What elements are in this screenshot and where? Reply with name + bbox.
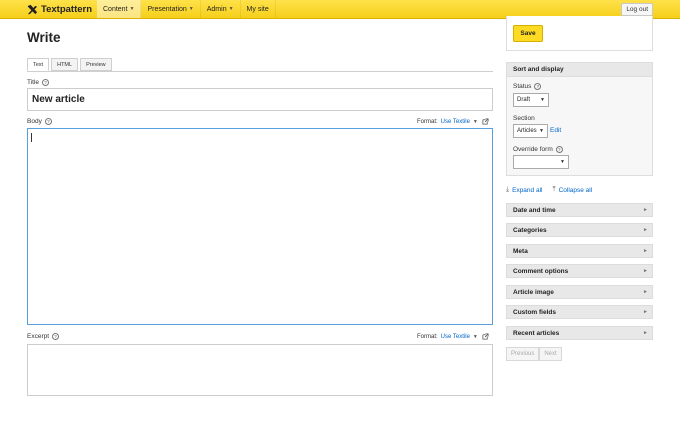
help-icon[interactable]: ? [52,333,60,340]
excerpt-label: Excerpt [27,333,50,340]
excerpt-label-row: Excerpt ? [27,333,60,340]
chevron-right-icon: ► [643,248,648,254]
brand-name: Textpattern [41,4,93,15]
brand[interactable]: Textpattern [27,2,92,17]
text-cursor [31,133,32,142]
chevron-down-icon[interactable]: ▼ [473,334,478,340]
status-label-row: Status ? [513,83,542,90]
body-label: Body [27,118,42,125]
panel-label: Date and time [513,206,556,214]
chevron-down-icon: ▼ [560,159,565,165]
logout-button[interactable]: Log out [621,3,653,16]
expand-icon: ⤓ [506,186,510,193]
panel-label: Recent articles [513,329,560,337]
nav-admin[interactable]: Admin ▼ [201,0,241,18]
title-input[interactable]: New article [27,88,493,111]
article-pager: Previous Next [506,347,562,361]
section-value: Articles [517,128,537,134]
excerpt-textarea[interactable] [27,344,493,396]
section-label: Section [513,115,535,122]
status-label: Status [513,83,532,90]
nav-my-site[interactable]: My site [241,0,276,18]
help-icon[interactable]: ? [44,118,52,125]
nav-content-label: Content [103,5,128,13]
body-textarea[interactable] [27,128,493,325]
next-button[interactable]: Next [539,347,562,361]
help-icon[interactable]: ? [555,146,563,153]
excerpt-format: Format: Use Textile ▼ [417,333,489,340]
override-form-select[interactable]: ▼ [513,155,569,169]
external-link-icon[interactable] [482,118,489,125]
chevron-down-icon: ▼ [228,6,234,12]
section-label-row: Section [513,115,535,122]
panel-label: Custom fields [513,308,556,316]
override-label: Override form [513,146,553,153]
external-link-icon[interactable] [482,333,489,340]
panel-meta[interactable]: Meta ► [506,244,653,258]
body-format-label: Format: [417,118,438,125]
excerpt-format-select[interactable]: Use Textile [441,334,470,340]
nav-presentation[interactable]: Presentation ▼ [141,0,201,18]
chevron-down-icon: ▼ [188,6,194,12]
help-icon[interactable]: ? [534,83,542,90]
tab-html[interactable]: HTML [51,58,79,71]
status-select[interactable]: Draft ▼ [513,93,549,107]
chevron-right-icon: ► [643,268,648,274]
editor-tabs: Text HTML Preview [27,58,114,71]
chevron-down-icon: ▼ [540,97,545,103]
status-value: Draft [517,97,531,103]
collapse-all-link[interactable]: Collapse all [559,187,593,194]
section-edit-link[interactable]: Edit [550,127,561,134]
chevron-right-icon: ► [643,207,648,213]
tab-text[interactable]: Text [27,58,50,71]
title-label: Title [27,79,40,86]
body-format-select[interactable]: Use Textile [441,119,470,125]
chevron-right-icon: ► [643,309,648,315]
panel-custom-fields[interactable]: Custom fields ► [506,305,653,319]
excerpt-format-label: Format: [417,333,438,340]
nav-admin-label: Admin [206,5,227,13]
chevron-down-icon[interactable]: ▼ [473,119,478,125]
chevron-down-icon: ▼ [129,6,135,12]
nav-presentation-label: Presentation [147,5,187,13]
sort-display-heading[interactable]: Sort and display [507,63,652,77]
panel-recent-articles[interactable]: Recent articles ► [506,326,653,340]
chevron-right-icon: ► [643,330,648,336]
expand-all-link[interactable]: Expand all [512,187,542,194]
main-nav: Content ▼ Presentation ▼ Admin ▼ My site [97,0,276,18]
body-label-row: Body ? [27,118,52,125]
nav-content[interactable]: Content ▼ [97,0,142,18]
chevron-down-icon: ▼ [539,128,544,134]
title-label-row: Title ? [27,79,50,86]
collapse-icon: ⤒ [552,186,556,193]
panel-label: Comment options [513,267,569,275]
tab-divider [27,71,493,72]
previous-button[interactable]: Previous [506,347,540,361]
brand-logo-icon [27,4,38,15]
panel-label: Meta [513,247,528,255]
body-format: Format: Use Textile ▼ [417,118,489,125]
panel-date-time[interactable]: Date and time ► [506,203,653,217]
help-icon[interactable]: ? [42,79,50,86]
section-select[interactable]: Articles ▼ [513,124,548,138]
panel-label: Article image [513,288,554,296]
override-label-row: Override form ? [513,146,563,153]
page-title: Write [27,30,61,45]
panel-article-image[interactable]: Article image ► [506,285,653,299]
tab-preview[interactable]: Preview [80,58,112,71]
panel-label: Categories [513,226,547,234]
chevron-right-icon: ► [643,227,648,233]
expand-collapse-controls: ⤓ Expand all ⤒ Collapse all [506,186,592,194]
panel-categories[interactable]: Categories ► [506,223,653,237]
panel-comment-options[interactable]: Comment options ► [506,264,653,278]
chevron-right-icon: ► [643,289,648,295]
save-button[interactable]: Save [513,25,543,42]
nav-my-site-label: My site [246,5,269,13]
